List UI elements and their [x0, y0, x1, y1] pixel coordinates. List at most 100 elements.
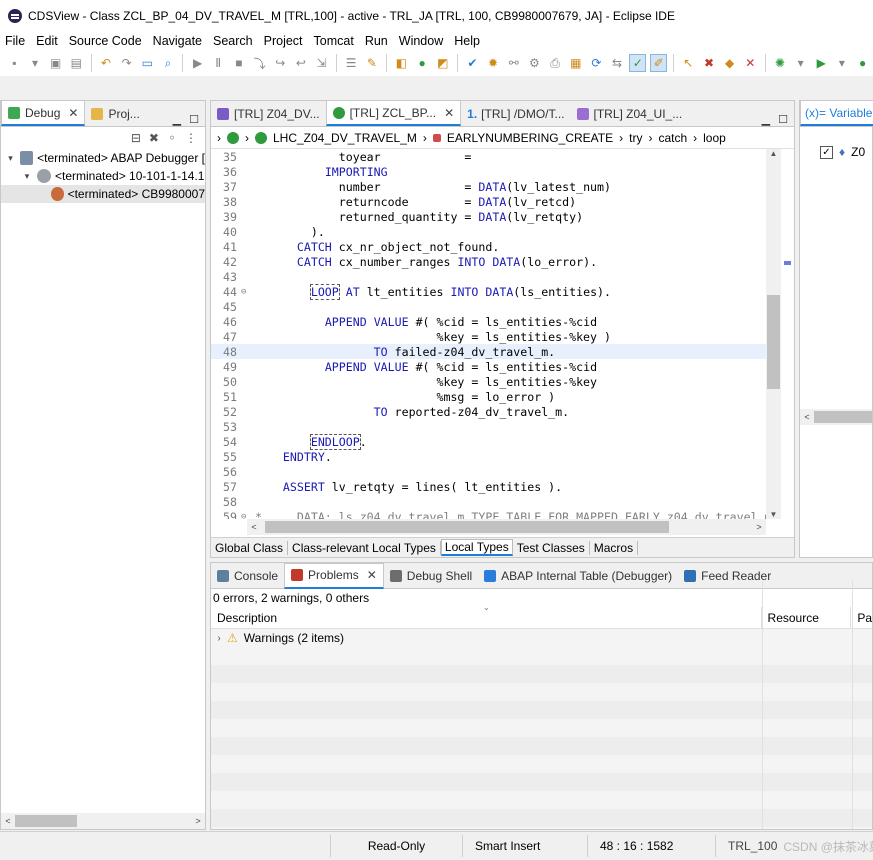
breadcrumb-item[interactable]: catch — [658, 131, 687, 145]
tab-debug[interactable]: Debug ✕ — [1, 100, 86, 126]
collapse-all-icon[interactable]: ⊟ — [131, 131, 141, 145]
menu-search[interactable]: Search — [208, 34, 259, 48]
tab-editor-4[interactable]: [TRL] Z04_UI_... — [571, 102, 689, 126]
menu-navigate[interactable]: Navigate — [148, 34, 208, 48]
code-line[interactable]: 39 returned_quantity = DATA(lv_retqty) — [211, 209, 766, 224]
tab-project[interactable]: Proj... — [85, 102, 145, 126]
column-resource[interactable]: Resource — [762, 606, 852, 629]
variable-row[interactable]: ✓ ♦ Z0 — [800, 127, 872, 177]
tab-global-class[interactable]: Global Class — [211, 540, 289, 555]
transport-icon[interactable]: ◩ — [434, 54, 451, 72]
scroll-up-icon[interactable]: ▲ — [766, 149, 781, 158]
tab-debug-shell[interactable]: Debug Shell — [384, 564, 478, 588]
code-line[interactable]: 37 number = DATA(lv_latest_num) — [211, 179, 766, 194]
tab-variables[interactable]: (x)= Variables — [800, 100, 873, 126]
code-line[interactable]: 48 TO failed-z04_dv_travel_m. — [211, 344, 766, 359]
ruler-marker[interactable] — [784, 261, 791, 265]
dropdown-icon[interactable]: ▾ — [27, 54, 44, 72]
code-line[interactable]: 44 ⊖ LOOP AT lt_entities INTO DATA(ls_ent… — [211, 283, 766, 300]
dropdown-icon[interactable]: ▾ — [834, 54, 851, 72]
menu-tomcat[interactable]: Tomcat — [309, 34, 360, 48]
code-line[interactable]: 41 CATCH cx_nr_object_not_found. — [211, 239, 766, 254]
code-line[interactable]: 38 returncode = DATA(lv_retcd) — [211, 194, 766, 209]
breadcrumb-item[interactable]: LHC_Z04_DV_TRAVEL_M — [273, 131, 417, 145]
undo-icon[interactable]: ↶ — [98, 54, 115, 72]
code-line[interactable]: 58 — [211, 494, 766, 509]
step-into-icon[interactable]: ⤵ — [251, 54, 268, 72]
fold-icon[interactable]: ⊖ — [241, 287, 249, 297]
history-icon[interactable]: ⟳ — [588, 54, 605, 72]
code-line[interactable]: 57 ASSERT lv_retqty = lines( lt_entities… — [211, 479, 766, 494]
tab-editor-2[interactable]: [TRL] ZCL_BP... ✕ — [325, 100, 462, 126]
scroll-left-icon[interactable]: < — [1, 816, 15, 826]
expand-icon[interactable]: ▾ — [5, 153, 16, 164]
print-icon[interactable]: ⎙ — [547, 54, 564, 72]
horizontal-scrollbar[interactable]: < > — [1, 813, 205, 829]
view-menu-icon[interactable]: ⋮ — [185, 131, 197, 145]
tab-class-relevant-local-types[interactable]: Class-relevant Local Types — [288, 540, 441, 555]
code-line[interactable]: 53 — [211, 419, 766, 434]
run-icon[interactable]: ▶ — [813, 54, 830, 72]
redo-icon[interactable]: ↷ — [118, 54, 135, 72]
code-line[interactable]: 51 %msg = lo_error ) — [211, 389, 766, 404]
problem-row[interactable]: › ⚠ Warnings (2 items) — [211, 629, 872, 647]
save-icon[interactable]: ▣ — [47, 54, 64, 72]
tab-abap-internal-table[interactable]: ABAP Internal Table (Debugger) — [478, 564, 678, 588]
doc-icon[interactable]: ▦ — [567, 54, 584, 72]
menu-edit[interactable]: Edit — [31, 34, 64, 48]
minimize-icon[interactable]: ▁ — [173, 113, 181, 126]
open-icon[interactable]: ▭ — [139, 54, 156, 72]
delete-breakpoint-icon[interactable]: ✖ — [701, 54, 718, 72]
tab-console[interactable]: Console — [211, 564, 284, 588]
overview-ruler[interactable] — [781, 149, 794, 519]
scroll-thumb[interactable] — [15, 815, 77, 827]
code-line[interactable]: 54 ENDLOOP. — [211, 433, 766, 450]
wrench-icon[interactable]: ✎ — [364, 54, 381, 72]
compare-icon[interactable]: ⇆ — [609, 54, 626, 72]
scroll-right-icon[interactable]: > — [752, 522, 766, 532]
code-line[interactable]: 40 ). — [211, 224, 766, 239]
brush-icon[interactable]: ✐ — [650, 54, 668, 72]
close-icon[interactable]: ✕ — [68, 106, 78, 120]
code-line[interactable]: 56 — [211, 464, 766, 479]
code-area[interactable]: 35 toyear = 36 IMPORTING 37 number = DATA(… — [211, 149, 766, 519]
expand-icon[interactable]: ▾ — [21, 171, 33, 182]
code-line[interactable]: 49 APPEND VALUE #( %cid = ls_entities-%c… — [211, 359, 766, 374]
code-line[interactable]: 36 IMPORTING — [211, 164, 766, 179]
search-icon[interactable]: ⌕ — [160, 54, 177, 72]
remove-terminated-icon[interactable]: ✖ — [149, 131, 159, 145]
scroll-left-icon[interactable]: < — [800, 412, 814, 422]
menu-file[interactable]: File — [0, 34, 31, 48]
tree-item[interactable]: ▾ <terminated> 10-101-1-14.1 — [1, 167, 205, 185]
suspend-icon[interactable]: Ⅱ — [210, 54, 227, 72]
scroll-thumb[interactable] — [767, 295, 780, 389]
step-return-icon[interactable]: ↩ — [293, 54, 310, 72]
variables-horizontal-scrollbar[interactable]: < — [800, 409, 872, 425]
tree-item-selected[interactable]: <terminated> CB9980007 — [1, 185, 205, 203]
tree-item[interactable]: ▾ <terminated> ABAP Debugger [ — [1, 149, 205, 167]
editor-horizontal-scrollbar[interactable]: < > — [247, 519, 766, 535]
column-path[interactable]: Pa — [851, 611, 872, 625]
activate-icon[interactable]: ✹ — [485, 54, 502, 72]
stop-icon[interactable]: ✕ — [742, 54, 759, 72]
tab-editor-1[interactable]: [TRL] Z04_DV... — [211, 102, 326, 126]
tab-local-types[interactable]: Local Types — [440, 539, 513, 556]
code-line[interactable]: 52 TO reported-z04_dv_travel_m. — [211, 404, 766, 419]
scroll-thumb[interactable] — [814, 411, 872, 423]
expand-icon[interactable]: › — [211, 633, 227, 644]
terminate-icon[interactable]: ■ — [231, 54, 248, 72]
breadcrumb-item[interactable]: try — [629, 131, 642, 145]
coverage-icon[interactable]: ● — [854, 54, 871, 72]
puzzle-icon[interactable]: ⚙ — [526, 54, 543, 72]
menu-window[interactable]: Window — [394, 34, 449, 48]
cat-icon[interactable]: ◆ — [721, 54, 738, 72]
package-icon[interactable]: ◧ — [393, 54, 410, 72]
tab-test-classes[interactable]: Test Classes — [513, 540, 590, 555]
tab-macros[interactable]: Macros — [590, 540, 639, 555]
code-line[interactable]: 46 APPEND VALUE #( %cid = ls_entities-%c… — [211, 314, 766, 329]
dropdown-icon[interactable]: ▾ — [792, 54, 809, 72]
code-line[interactable]: 47 %key = ls_entities-%key ) — [211, 329, 766, 344]
status-insert-mode[interactable]: Smart Insert — [462, 835, 587, 857]
task-icon[interactable]: ☰ — [343, 54, 360, 72]
code-line[interactable]: 50 %key = ls_entities-%key — [211, 374, 766, 389]
